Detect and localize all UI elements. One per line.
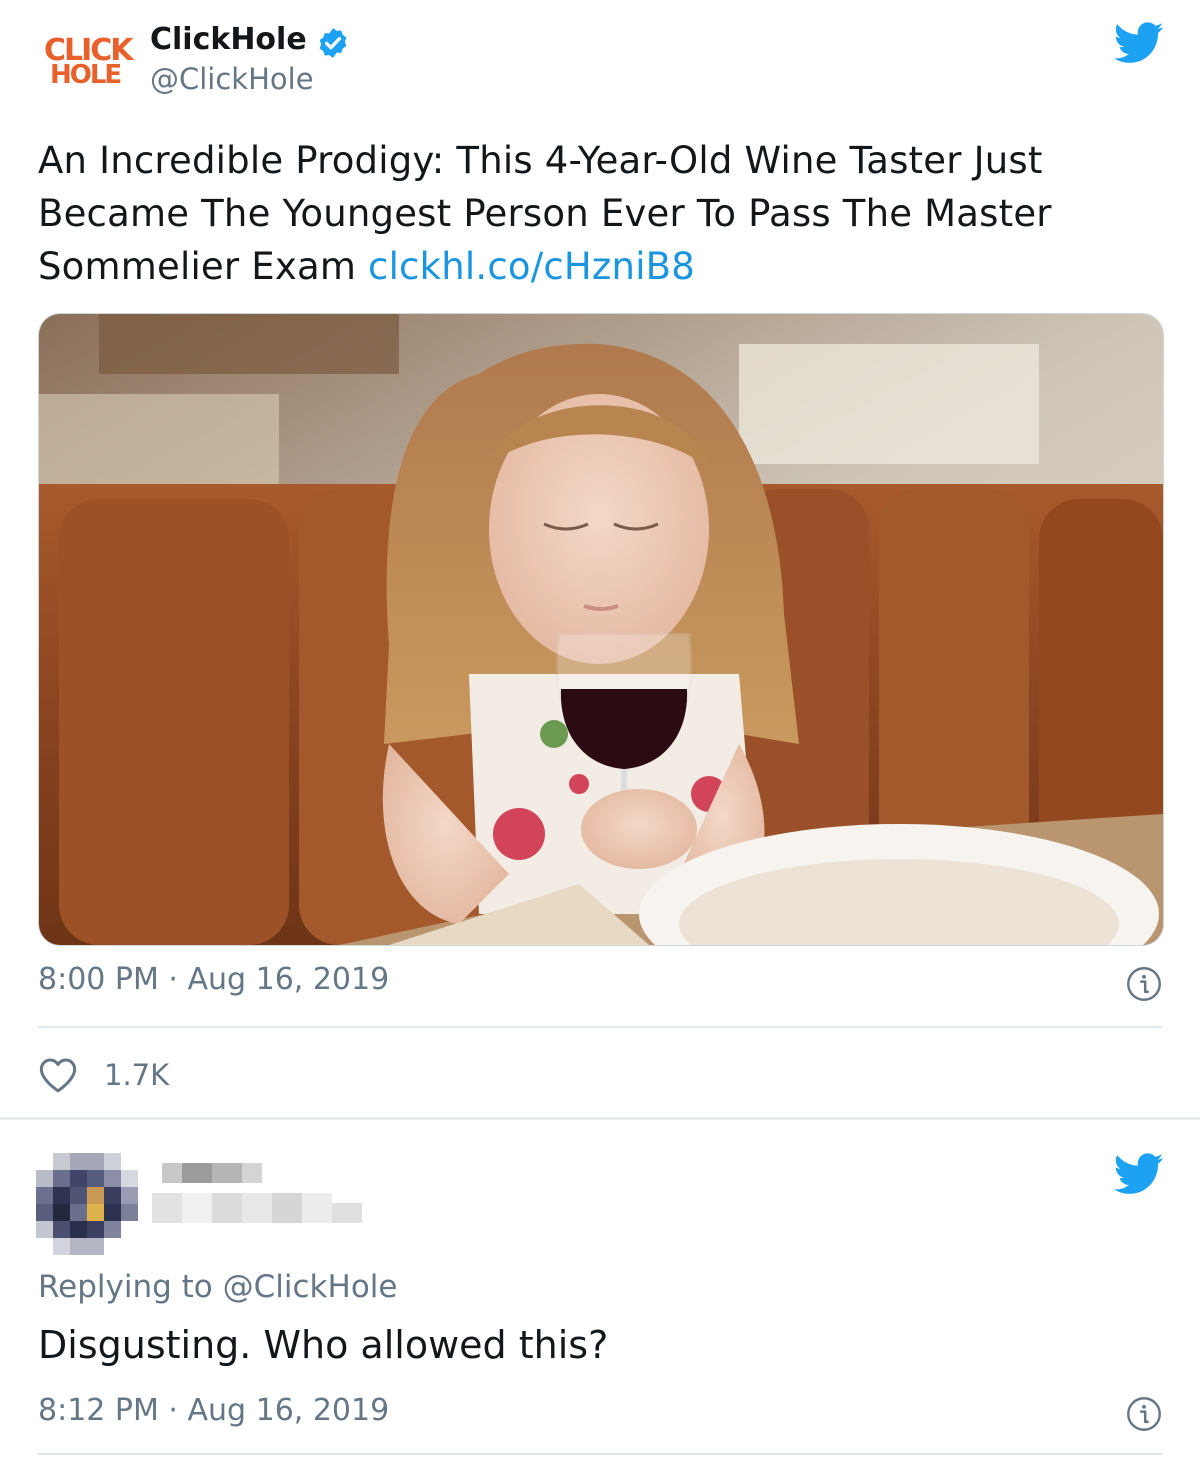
pixelated-username[interactable]: [152, 1163, 362, 1233]
heart-icon[interactable]: [38, 1056, 78, 1094]
like-count: 1.7K: [104, 1058, 170, 1092]
tweet-photo[interactable]: [38, 313, 1164, 946]
tweet-body-text: An Incredible Prodigy: This 4-Year-Old W…: [38, 134, 1168, 293]
tweet-divider: [38, 1026, 1162, 1028]
tweet-timestamp[interactable]: 8:00 PM · Aug 16, 2019: [38, 962, 389, 997]
replying-to-label: Replying to: [38, 1269, 213, 1305]
clickhole-logo-avatar[interactable]: CLICK HOLE: [36, 18, 134, 102]
reply-tweet: Replying to @ClickHole Disgusting. Who a…: [0, 1123, 1200, 1466]
main-tweet: CLICK HOLE ClickHole @ClickHole An Incre…: [0, 0, 1200, 1120]
twitter-bird-icon[interactable]: [1114, 1153, 1164, 1195]
verified-badge-icon: [319, 28, 347, 58]
article-link[interactable]: clckhl.co/cHzniB8: [368, 245, 695, 288]
reply-body-text: Disgusting. Who allowed this?: [38, 1323, 609, 1367]
author-display-name[interactable]: ClickHole: [150, 22, 307, 57]
info-icon[interactable]: [1126, 1396, 1162, 1432]
twitter-bird-icon[interactable]: [1114, 22, 1164, 64]
reply-divider: [38, 1453, 1162, 1455]
logo-text-line2: HOLE: [50, 60, 122, 90]
replying-to-handle[interactable]: @ClickHole: [223, 1269, 398, 1305]
reply-timestamp[interactable]: 8:12 PM · Aug 16, 2019: [38, 1393, 389, 1428]
author-handle[interactable]: @ClickHole: [150, 62, 314, 96]
pixelated-avatar[interactable]: [36, 1153, 138, 1255]
info-icon[interactable]: [1126, 966, 1162, 1002]
photo-of-girl-with-wine-glass-icon: [39, 314, 1163, 945]
replying-to-line: Replying to @ClickHole: [38, 1269, 397, 1305]
